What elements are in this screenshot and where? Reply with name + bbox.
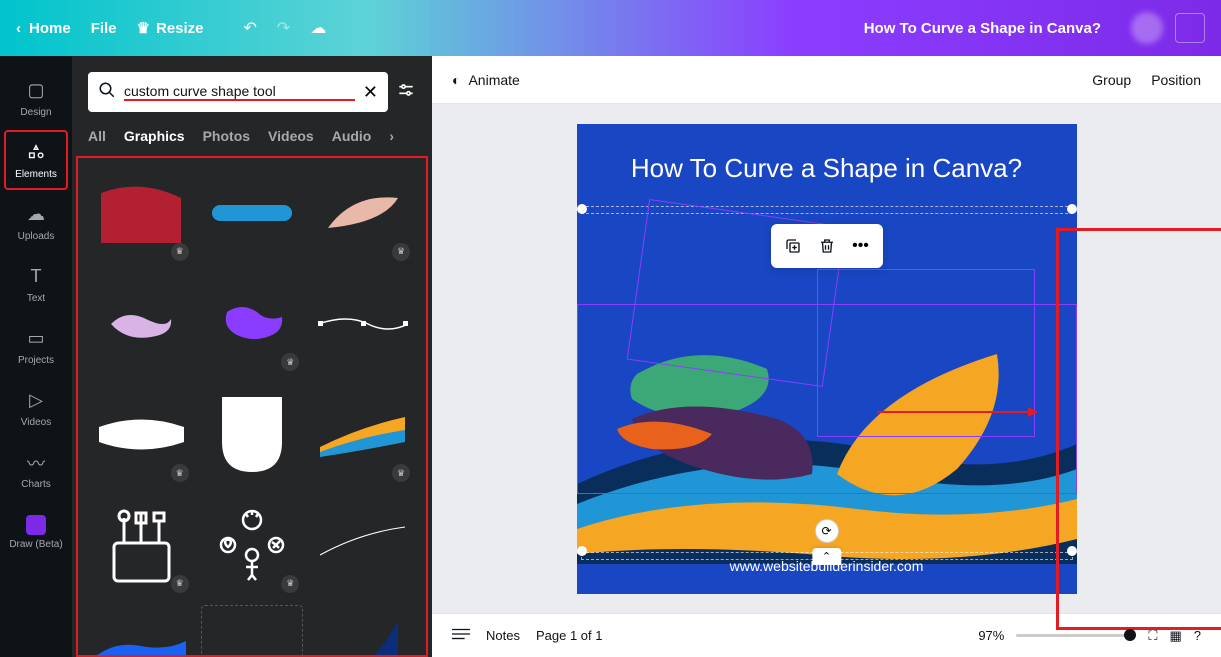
delete-button[interactable] [811, 230, 843, 262]
rail-elements[interactable]: Elements [4, 130, 68, 190]
slider-handle[interactable] [1124, 629, 1136, 641]
resize-handle[interactable] [1067, 546, 1077, 556]
document-title[interactable]: How To Curve a Shape in Canva? [864, 20, 1101, 37]
element-thumb[interactable] [90, 605, 193, 657]
element-thumb[interactable] [201, 383, 304, 486]
chevron-left-icon: ‹ [16, 20, 21, 37]
crown-icon: ♛ [392, 464, 410, 482]
template-icon: ▢ [24, 79, 48, 103]
floating-menu: ••• [771, 224, 883, 268]
resize-label: Resize [156, 20, 204, 37]
page-indicator[interactable]: Page 1 of 1 [536, 628, 603, 643]
search-box[interactable]: ✕ [88, 72, 388, 112]
group-button[interactable]: Group [1092, 72, 1131, 88]
design-title-text[interactable]: How To Curve a Shape in Canva? [577, 152, 1077, 186]
rail-uploads[interactable]: ☁ Uploads [4, 192, 68, 252]
element-thumb[interactable]: ♛ [90, 383, 193, 486]
crown-icon: ♛ [281, 353, 299, 371]
notes-icon[interactable] [452, 627, 470, 644]
notes-button[interactable]: Notes [486, 628, 520, 643]
fullscreen-icon[interactable]: ⛶ [1148, 628, 1157, 644]
element-thumb[interactable] [201, 162, 304, 265]
element-thumb[interactable]: ♛ [201, 494, 304, 597]
crown-icon: ♛ [137, 19, 150, 37]
rail-charts[interactable]: 〰 Charts [4, 440, 68, 500]
extension-button[interactable] [1175, 13, 1205, 43]
rail-projects[interactable]: ▭ Projects [4, 316, 68, 376]
element-thumb[interactable]: ♛ [90, 162, 193, 265]
tab-photos[interactable]: Photos [203, 128, 250, 144]
help-icon[interactable]: ? [1194, 628, 1201, 643]
text-icon: T [24, 265, 48, 289]
resize-handle[interactable] [577, 546, 587, 556]
crown-icon: ♛ [392, 243, 410, 261]
tab-all[interactable]: All [88, 128, 106, 144]
search-icon [98, 81, 116, 104]
home-button[interactable]: ‹ Home [16, 20, 71, 37]
more-button[interactable]: ••• [845, 230, 877, 262]
draw-icon [26, 515, 46, 535]
clear-icon[interactable]: ✕ [363, 82, 378, 103]
animate-button[interactable]: ◐ Animate [452, 72, 520, 88]
search-input[interactable] [124, 83, 355, 101]
top-header: ‹ Home File ♛ Resize ↶ ↷ ☁ How To Curve … [0, 0, 1221, 56]
category-tabs: All Graphics Photos Videos Audio › [72, 128, 432, 156]
duplicate-button[interactable] [777, 230, 809, 262]
element-thumb[interactable] [201, 605, 304, 657]
elements-gallery: ♛ ♛ ♛ ♛ ♛ ♛ ♛ [76, 156, 428, 657]
zoom-value[interactable]: 97% [978, 628, 1004, 643]
zoom-slider[interactable] [1016, 634, 1136, 637]
page-expand-button[interactable]: ⌃ [812, 548, 841, 565]
side-rail: ▢ Design Elements ☁ Uploads T Text ▭ Pro… [0, 56, 72, 657]
annotation-arrow [877, 411, 1037, 413]
tab-graphics[interactable]: Graphics [124, 128, 185, 144]
position-button[interactable]: Position [1151, 72, 1201, 88]
rail-design[interactable]: ▢ Design [4, 68, 68, 128]
chevron-right-icon[interactable]: › [389, 128, 394, 144]
element-thumb[interactable] [311, 273, 414, 376]
canvas-area: ◐ Animate Group Position How To Curve a … [432, 56, 1221, 657]
file-button[interactable]: File [91, 20, 117, 37]
rail-draw[interactable]: Draw (Beta) [4, 502, 68, 562]
context-toolbar: ◐ Animate Group Position [432, 56, 1221, 104]
crown-icon: ♛ [281, 575, 299, 593]
crown-icon: ♛ [171, 243, 189, 261]
element-thumb[interactable]: ♛ [311, 162, 414, 265]
element-thumb[interactable]: ♛ [311, 383, 414, 486]
bottom-bar: Notes Page 1 of 1 97% ⛶ ▦ ? [432, 613, 1221, 657]
element-selection[interactable] [577, 304, 1077, 494]
element-thumb[interactable] [311, 605, 414, 657]
tab-audio[interactable]: Audio [332, 128, 372, 144]
elements-panel: ✕ All Graphics Photos Videos Audio › ♛ ♛… [72, 56, 432, 657]
tab-videos[interactable]: Videos [268, 128, 314, 144]
shapes-icon [24, 141, 48, 165]
grid-icon[interactable]: ▦ [1169, 628, 1181, 644]
home-label: Home [29, 20, 71, 37]
crown-icon: ♛ [171, 575, 189, 593]
cloud-upload-icon: ☁ [24, 203, 48, 227]
resize-handle[interactable] [1067, 204, 1077, 214]
avatar[interactable] [1131, 12, 1163, 44]
filter-icon[interactable] [396, 80, 416, 105]
element-thumb[interactable] [90, 273, 193, 376]
play-icon: ▷ [24, 389, 48, 413]
element-thumb[interactable]: ♛ [201, 273, 304, 376]
cloud-icon[interactable]: ☁ [310, 18, 326, 38]
rail-videos[interactable]: ▷ Videos [4, 378, 68, 438]
canvas-stage[interactable]: How To Curve a Shape in Canva? [432, 104, 1221, 613]
animate-icon: ◐ [452, 72, 460, 88]
resize-button[interactable]: ♛ Resize [137, 19, 204, 37]
resize-handle[interactable] [577, 204, 587, 214]
redo-icon[interactable]: ↷ [277, 18, 290, 38]
undo-icon[interactable]: ↶ [244, 18, 257, 38]
crown-icon: ♛ [171, 464, 189, 482]
chart-icon: 〰 [24, 451, 48, 475]
sync-button[interactable]: ⟳ [815, 519, 839, 543]
folder-icon: ▭ [24, 327, 48, 351]
element-thumb[interactable]: ♛ [90, 494, 193, 597]
rail-text[interactable]: T Text [4, 254, 68, 314]
element-thumb[interactable] [311, 494, 414, 597]
